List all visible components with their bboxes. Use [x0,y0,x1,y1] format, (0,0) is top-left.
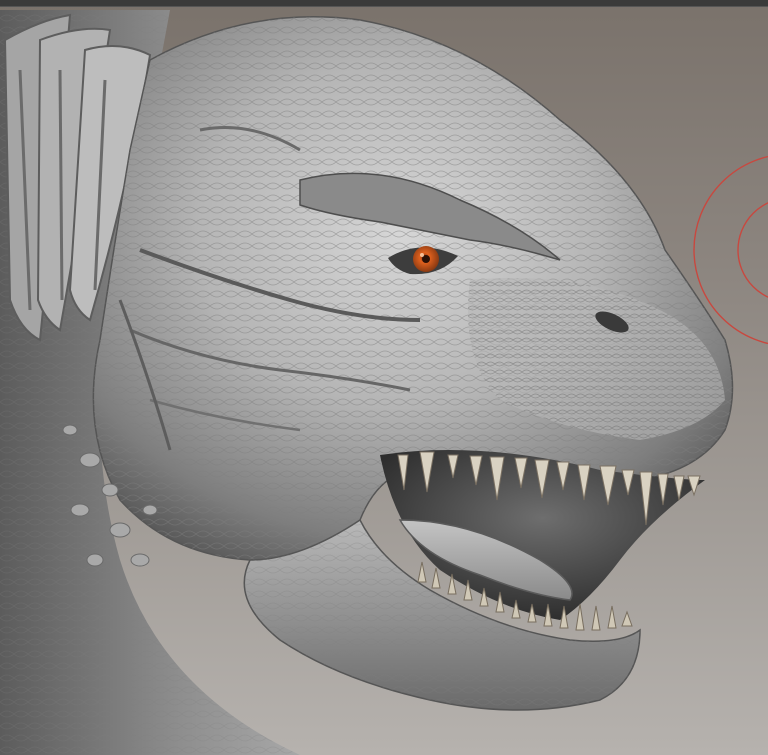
creature-render [0,10,768,755]
sculpt-viewport[interactable] [0,0,768,755]
